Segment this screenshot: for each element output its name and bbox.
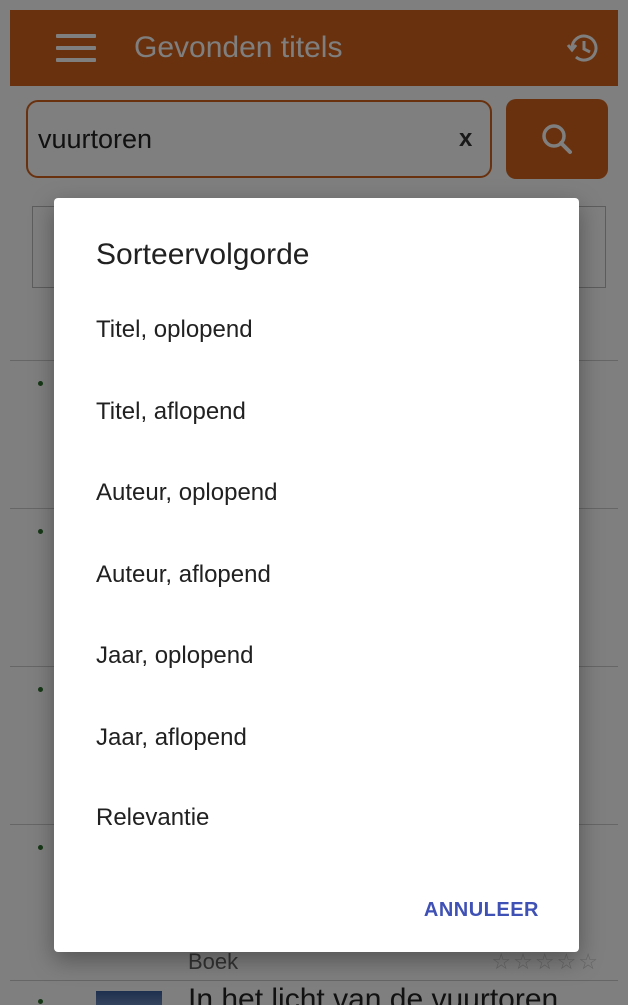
option-titel-oplopend[interactable]: Titel, oplopend — [96, 310, 536, 350]
sort-order-dialog: Sorteervolgorde Titel, oplopend Titel, a… — [54, 198, 579, 952]
dialog-title: Sorteervolgorde — [96, 238, 310, 271]
option-auteur-oplopend[interactable]: Auteur, oplopend — [96, 473, 536, 513]
option-jaar-aflopend[interactable]: Jaar, aflopend — [96, 718, 536, 758]
option-relevantie[interactable]: Relevantie — [96, 798, 536, 838]
cancel-button[interactable]: ANNULEER — [424, 899, 539, 922]
option-titel-aflopend[interactable]: Titel, aflopend — [96, 392, 536, 432]
option-auteur-aflopend[interactable]: Auteur, aflopend — [96, 555, 536, 595]
option-jaar-oplopend[interactable]: Jaar, oplopend — [96, 636, 536, 676]
